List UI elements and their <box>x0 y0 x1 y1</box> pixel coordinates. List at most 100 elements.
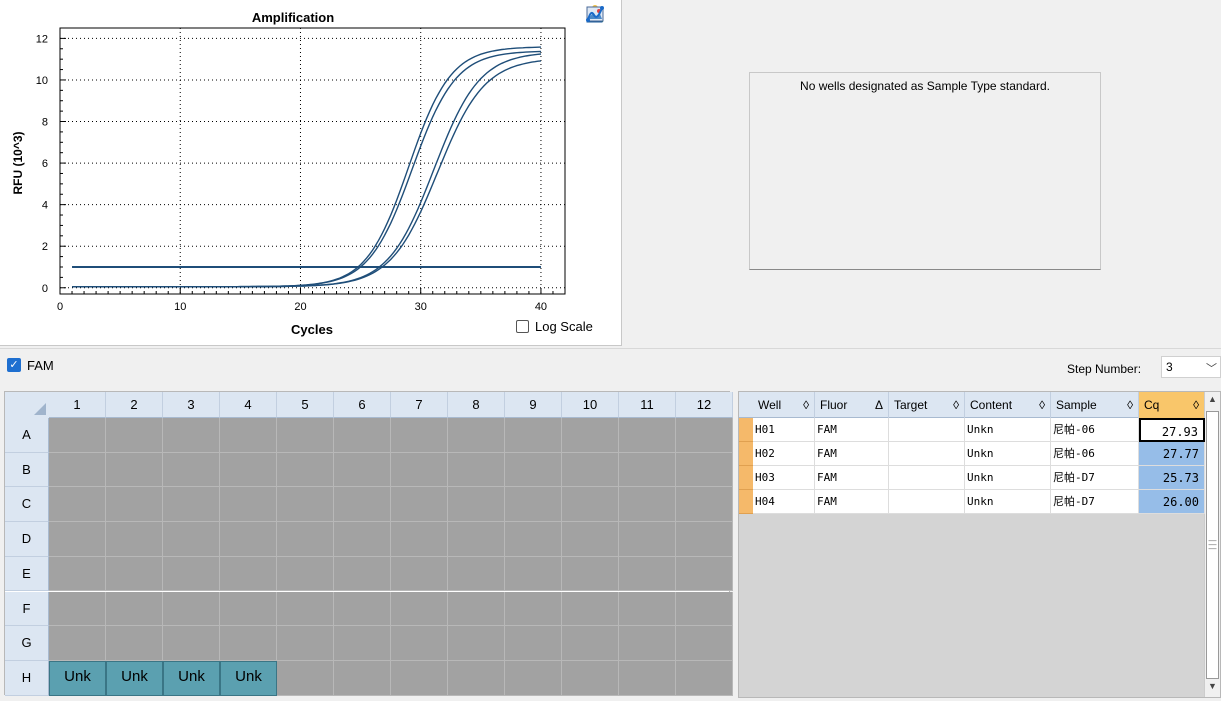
column-header-well[interactable]: Well ◊ <box>753 392 815 418</box>
plate-well[interactable] <box>619 626 676 661</box>
plate-column-header[interactable]: 5 <box>277 392 334 418</box>
plate-well-unknown[interactable]: Unk <box>106 660 163 696</box>
curve-icon[interactable] <box>585 4 605 24</box>
plate-well[interactable] <box>562 487 619 523</box>
step-number-select[interactable]: 3 ﹀ <box>1161 356 1221 378</box>
plate-well[interactable] <box>676 487 733 523</box>
plate-well[interactable] <box>277 452 334 488</box>
plate-well[interactable] <box>163 626 220 661</box>
plate-well[interactable] <box>619 452 676 488</box>
plate-well[interactable] <box>391 487 448 523</box>
plate-well[interactable] <box>49 591 106 627</box>
plate-well[interactable] <box>391 522 448 557</box>
plate-well[interactable] <box>562 591 619 627</box>
plate-well[interactable] <box>334 556 391 592</box>
plate-well[interactable] <box>391 418 448 453</box>
cell-sample[interactable]: 尼帕-D7 <box>1051 490 1139 514</box>
sort-icon[interactable]: Δ <box>875 392 883 418</box>
cell-cq[interactable]: 27.93 <box>1139 418 1205 442</box>
plate-well[interactable] <box>619 660 676 696</box>
cell-fluor[interactable]: FAM <box>815 490 889 514</box>
row-selector[interactable] <box>739 466 753 490</box>
plate-column-header[interactable]: 12 <box>676 392 733 418</box>
plate-well[interactable] <box>106 591 163 627</box>
column-header-target[interactable]: Target ◊ <box>889 392 965 418</box>
plate-well[interactable] <box>448 418 505 453</box>
plate-well[interactable] <box>676 418 733 453</box>
table-row[interactable]: H01 FAM Unkn 尼帕-06 27.93 <box>739 418 1205 442</box>
cell-well[interactable]: H02 <box>753 442 815 466</box>
plate-well[interactable] <box>163 452 220 488</box>
row-selector[interactable] <box>739 490 753 514</box>
plate-well[interactable] <box>49 522 106 557</box>
plate-well[interactable] <box>505 522 562 557</box>
plate-well[interactable] <box>676 660 733 696</box>
plate-well[interactable] <box>562 660 619 696</box>
plate-well[interactable] <box>49 418 106 453</box>
plate-well[interactable] <box>220 522 277 557</box>
plate-well[interactable] <box>49 556 106 592</box>
plate-well[interactable] <box>505 452 562 488</box>
plate-well[interactable] <box>562 556 619 592</box>
cell-sample[interactable]: 尼帕-06 <box>1051 442 1139 466</box>
cell-well[interactable]: H03 <box>753 466 815 490</box>
plate-well[interactable] <box>505 418 562 453</box>
plate-well[interactable] <box>277 487 334 523</box>
plate-well-unknown[interactable]: Unk <box>163 660 220 696</box>
cell-well[interactable]: H04 <box>753 490 815 514</box>
plate-well-unknown[interactable]: Unk <box>49 660 106 696</box>
cell-target[interactable] <box>889 466 965 490</box>
plate-column-header[interactable]: 6 <box>334 392 391 418</box>
plate-well[interactable] <box>163 591 220 627</box>
plate-row-header[interactable]: G <box>5 626 49 661</box>
plate-well[interactable] <box>448 522 505 557</box>
plate-well[interactable] <box>220 452 277 488</box>
plate-well[interactable] <box>562 452 619 488</box>
plate-well[interactable] <box>448 660 505 696</box>
plate-well-unknown[interactable]: Unk <box>220 660 277 696</box>
cell-sample[interactable]: 尼帕-D7 <box>1051 466 1139 490</box>
cell-well[interactable]: H01 <box>753 418 815 442</box>
plate-well[interactable] <box>220 626 277 661</box>
cell-cq[interactable]: 27.77 <box>1139 442 1205 466</box>
plate-well[interactable] <box>220 487 277 523</box>
cell-fluor[interactable]: FAM <box>815 442 889 466</box>
cell-content[interactable]: Unkn <box>965 490 1051 514</box>
plate-row-header[interactable]: B <box>5 452 49 488</box>
plate-well[interactable] <box>676 452 733 488</box>
cell-content[interactable]: Unkn <box>965 466 1051 490</box>
plate-well[interactable] <box>505 626 562 661</box>
sort-icon[interactable]: ◊ <box>1127 392 1133 418</box>
plate-well[interactable] <box>163 487 220 523</box>
cell-cq[interactable]: 26.00 <box>1139 490 1205 514</box>
plate-well[interactable] <box>448 556 505 592</box>
plate-well[interactable] <box>505 556 562 592</box>
plate-well[interactable] <box>334 591 391 627</box>
plate-well[interactable] <box>619 522 676 557</box>
table-row[interactable]: H04 FAM Unkn 尼帕-D7 26.00 <box>739 490 1205 514</box>
plate-column-header[interactable]: 8 <box>448 392 505 418</box>
plate-well[interactable] <box>334 418 391 453</box>
plate-well[interactable] <box>49 626 106 661</box>
sort-icon[interactable]: ◊ <box>803 392 809 418</box>
plate-column-header[interactable]: 4 <box>220 392 277 418</box>
plate-well[interactable] <box>676 591 733 627</box>
plate-well[interactable] <box>505 660 562 696</box>
plate-well[interactable] <box>391 626 448 661</box>
plate-column-header[interactable]: 2 <box>106 392 163 418</box>
sort-icon[interactable]: ◊ <box>1039 392 1045 418</box>
plate-well[interactable] <box>619 418 676 453</box>
column-header-cq[interactable]: Cq ◊ <box>1139 392 1205 418</box>
plate-well[interactable] <box>277 556 334 592</box>
scroll-up-icon[interactable]: ▲ <box>1206 394 1219 408</box>
plate-well[interactable] <box>49 452 106 488</box>
table-row[interactable]: H02 FAM Unkn 尼帕-06 27.77 <box>739 442 1205 466</box>
plate-well[interactable] <box>619 556 676 592</box>
plate-well[interactable] <box>220 418 277 453</box>
cell-target[interactable] <box>889 418 965 442</box>
plate-well[interactable] <box>619 591 676 627</box>
plate-row-header[interactable]: E <box>5 556 49 592</box>
plate-well[interactable] <box>562 418 619 453</box>
plate-well[interactable] <box>106 452 163 488</box>
plate-row-header[interactable]: H <box>5 660 49 696</box>
